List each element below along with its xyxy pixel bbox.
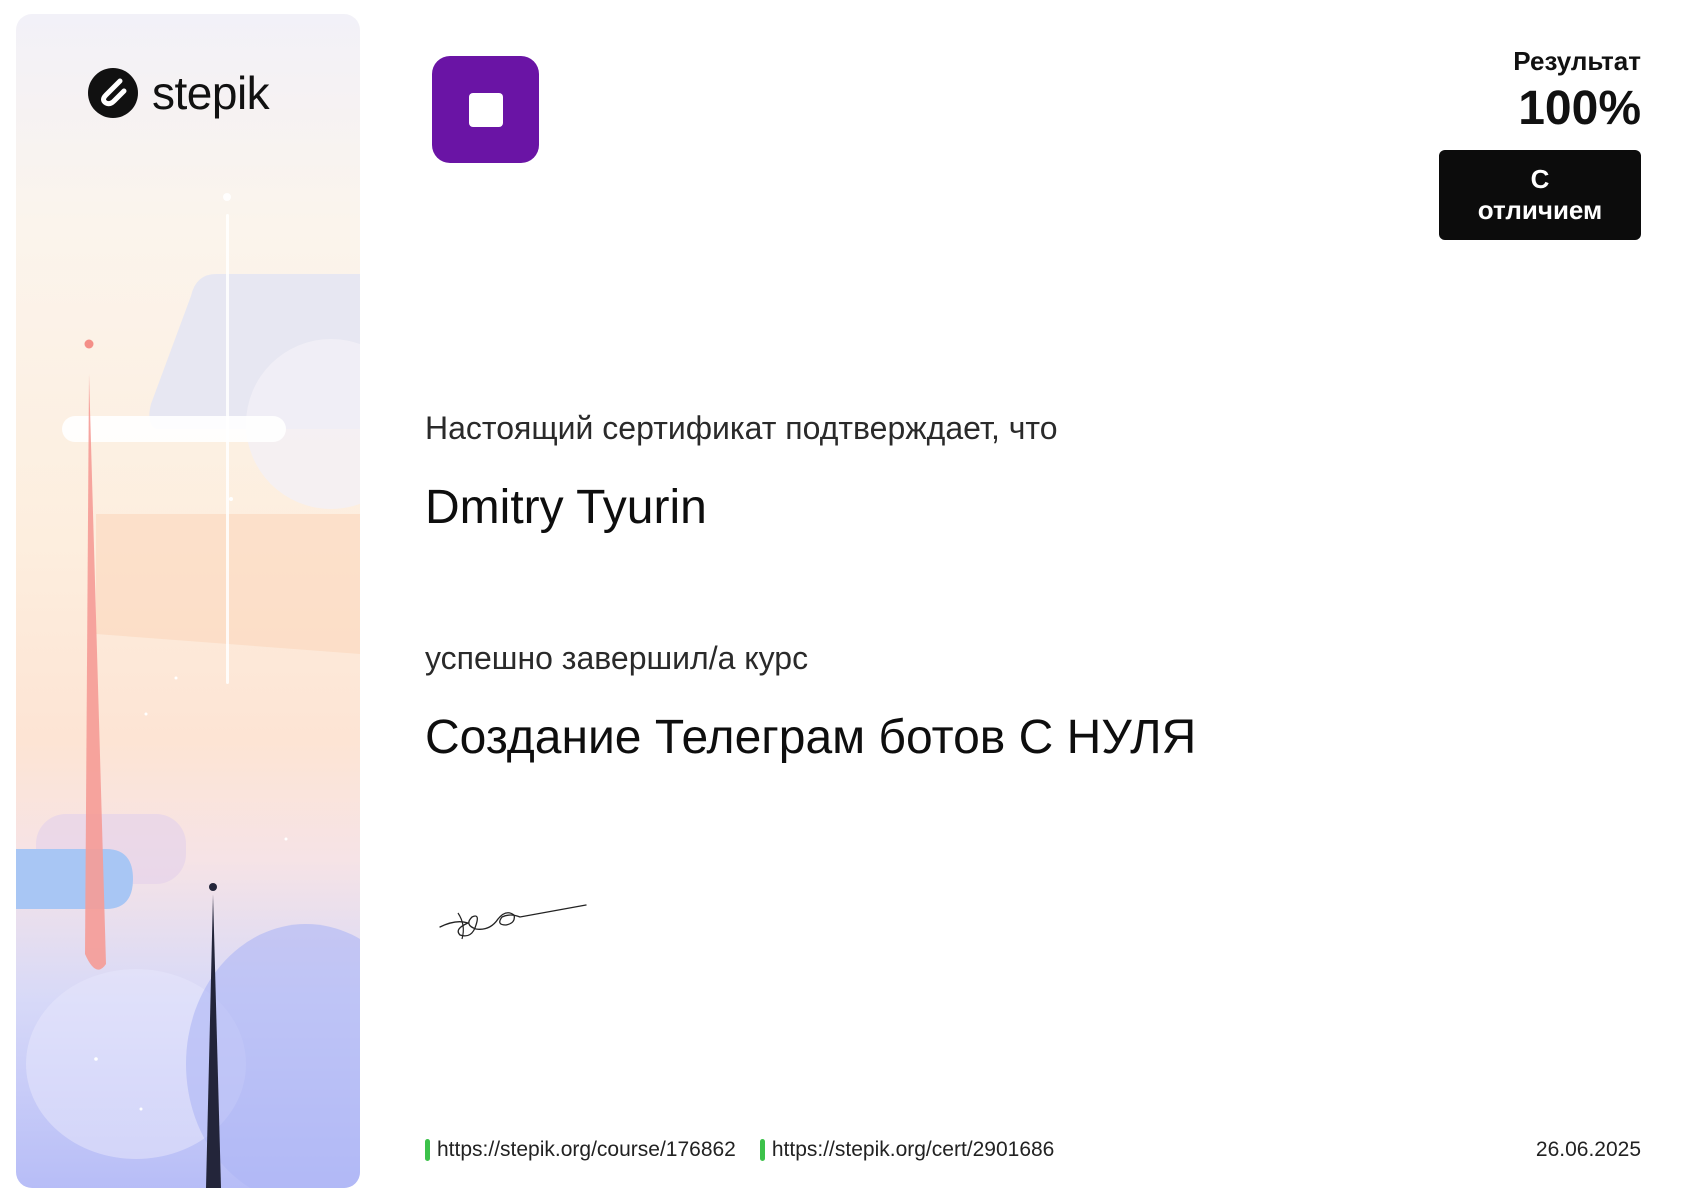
brand-name: stepik bbox=[152, 67, 270, 119]
course-badge bbox=[432, 56, 539, 163]
certificate-link[interactable]: https://stepik.org/cert/2901686 bbox=[759, 1138, 1055, 1162]
issue-date: 26.06.2025 bbox=[1535, 1138, 1641, 1161]
square-stop-icon bbox=[468, 92, 503, 127]
distinction-badge: С отличием bbox=[1439, 150, 1641, 240]
cert-url: https://stepik.org/cert/2901686 bbox=[771, 1138, 1055, 1161]
result-label: Результат bbox=[1513, 46, 1641, 76]
stepik-logo: stepik bbox=[86, 66, 270, 120]
course-url: https://stepik.org/course/176862 bbox=[437, 1138, 736, 1161]
course-link[interactable]: https://stepik.org/course/176862 bbox=[425, 1138, 736, 1162]
certificate-footer: https://stepik.org/course/176862 https:/… bbox=[425, 1138, 1641, 1162]
certificate-lead-text: Настоящий сертификат подтверждает, что bbox=[425, 410, 1058, 446]
recipient-name: Dmitry Tyurin bbox=[425, 481, 707, 534]
abstract-illustration bbox=[16, 193, 360, 1188]
stepik-s-icon bbox=[88, 68, 138, 118]
course-title: Создание Телеграм ботов С НУЛЯ bbox=[425, 711, 1197, 764]
decorative-side-panel: stepik bbox=[16, 14, 360, 1188]
result-value: 100% bbox=[1518, 82, 1641, 135]
signature bbox=[439, 904, 587, 940]
link-marker-icon bbox=[759, 1139, 765, 1161]
link-marker-icon bbox=[425, 1139, 430, 1161]
result-block: Результат 100% С отличием bbox=[1439, 46, 1641, 240]
completed-text: успешно завершил/а курс bbox=[425, 640, 809, 676]
